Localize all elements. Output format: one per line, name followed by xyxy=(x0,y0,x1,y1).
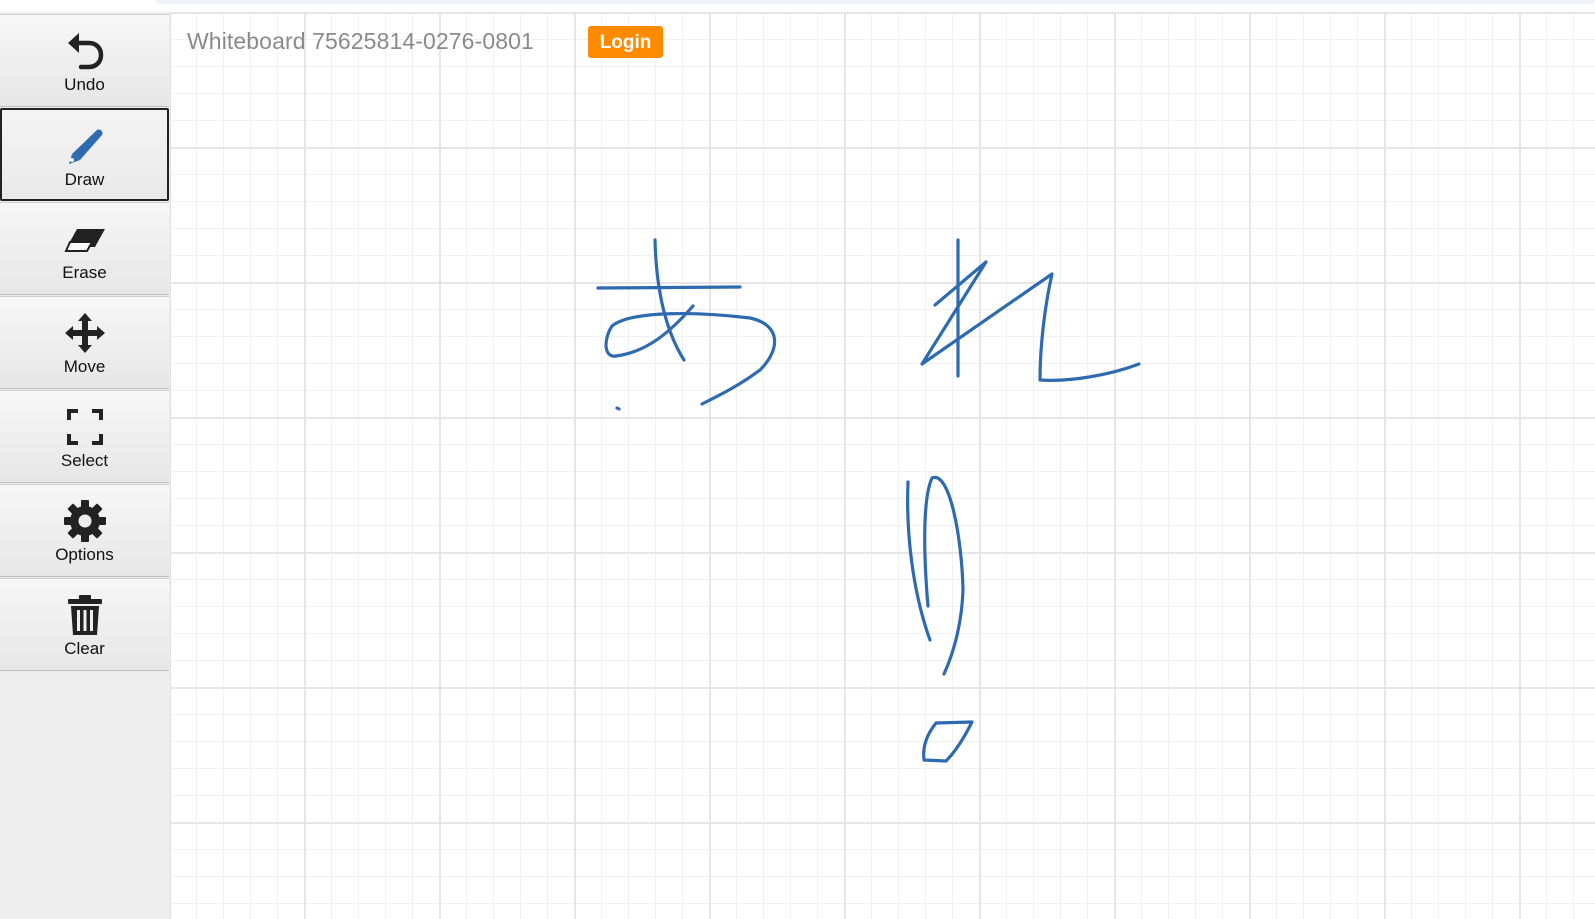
whiteboard-app: Whiteboard 75625814-0276-0801 Login Undo… xyxy=(0,0,1595,919)
draw-button[interactable]: Draw xyxy=(0,108,169,201)
top-strip xyxy=(155,0,1595,4)
whiteboard-canvas[interactable] xyxy=(170,12,1595,919)
move-icon xyxy=(64,313,105,353)
select-label: Select xyxy=(60,451,109,470)
options-label: Options xyxy=(55,545,114,564)
clear-button[interactable]: Clear xyxy=(0,578,169,671)
gear-icon xyxy=(63,500,106,542)
tool-sidebar: Undo Draw Erase Move Select Options Clea… xyxy=(0,12,171,919)
select-button[interactable]: Select xyxy=(0,390,169,483)
erase-label: Erase xyxy=(62,263,107,282)
draw-label: Draw xyxy=(64,170,105,189)
pencil-icon xyxy=(68,129,103,164)
move-label: Move xyxy=(63,357,106,376)
move-button[interactable]: Move xyxy=(0,296,169,389)
undo-button[interactable]: Undo xyxy=(0,14,169,107)
erase-button[interactable]: Erase xyxy=(0,202,169,295)
undo-icon xyxy=(67,33,103,70)
page-title: Whiteboard 75625814-0276-0801 xyxy=(187,28,534,54)
undo-label: Undo xyxy=(64,75,105,94)
options-button[interactable]: Options xyxy=(0,484,169,577)
eraser-icon xyxy=(63,229,105,252)
clear-label: Clear xyxy=(64,639,105,658)
trash-icon xyxy=(67,595,102,635)
select-icon xyxy=(66,409,103,445)
login-button[interactable]: Login xyxy=(588,26,663,58)
